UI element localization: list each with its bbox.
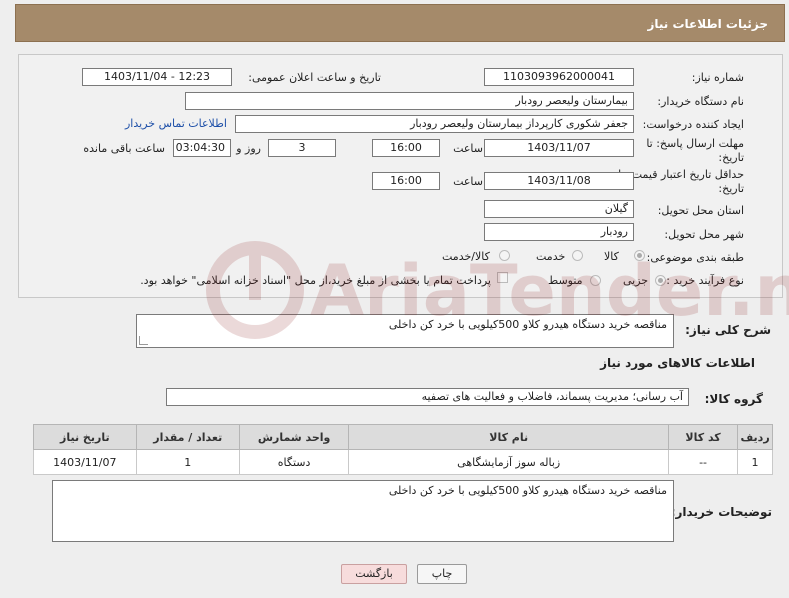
buyer-notes-text: مناقصه خرید دستگاه هیدرو کلاو 500کیلویی … bbox=[388, 484, 667, 497]
description-field: مناقصه خرید دستگاه هیدرو کلاو 500کیلویی … bbox=[136, 314, 674, 348]
buyer-notes-label: توضیحات خریدار: bbox=[670, 505, 772, 519]
reply-time-field: 16:00 bbox=[372, 139, 440, 157]
treasury-payment-checkbox[interactable] bbox=[497, 272, 508, 283]
validity-date-field: 1403/11/08 bbox=[484, 172, 634, 190]
print-button[interactable]: چاپ bbox=[417, 564, 467, 584]
goods-table-header: ردیف کد کالا نام کالا واحد شمارش تعداد /… bbox=[33, 424, 773, 450]
buyer-notes-field: مناقصه خرید دستگاه هیدرو کلاو 500کیلویی … bbox=[52, 480, 674, 542]
announce-field: 1403/11/04 - 12:23 bbox=[82, 68, 232, 86]
validity-time-label: ساعت bbox=[453, 175, 483, 188]
city-label: شهر محل تحویل: bbox=[664, 228, 744, 241]
remaining-field: 03:04:30 bbox=[173, 139, 231, 157]
col-name-header: نام کالا bbox=[348, 424, 669, 450]
province-label: استان محل تحویل: bbox=[657, 204, 744, 217]
row-unit: دستگاه bbox=[238, 449, 350, 475]
page-header: جزئیات اطلاعات نیاز bbox=[15, 4, 785, 42]
process-minor-radio[interactable] bbox=[655, 275, 666, 286]
row-date: 1403/11/07 bbox=[33, 449, 137, 475]
creator-label: ایجاد کننده درخواست: bbox=[642, 118, 744, 131]
validity-label: حداقل تاریخ اعتبار قیمت: تا bbox=[618, 168, 744, 181]
days-label: روز و bbox=[236, 142, 261, 155]
validity-label-2: تاریخ: bbox=[718, 182, 744, 195]
row-number: 1 bbox=[737, 449, 773, 475]
category-label: طبقه بندی موضوعی: bbox=[646, 251, 744, 264]
city-field: رودبار bbox=[484, 223, 634, 241]
treasury-payment-note: پرداخت تمام یا بخشی از مبلغ خرید،از محل … bbox=[140, 274, 491, 287]
goods-group-label: گروه کالا: bbox=[704, 392, 763, 406]
days-field: 3 bbox=[268, 139, 336, 157]
description-label: شرح کلی نیاز: bbox=[685, 323, 771, 337]
buyer-contact-link[interactable]: اطلاعات تماس خریدار bbox=[125, 117, 227, 130]
buyer-org-label: نام دستگاه خریدار: bbox=[657, 95, 744, 108]
process-medium-radio[interactable] bbox=[590, 275, 601, 286]
goods-group-field: آب رسانی؛ مدیریت پسماند، فاضلاب و فعالیت… bbox=[166, 388, 689, 406]
reply-deadline-label-2: تاریخ: bbox=[718, 151, 744, 164]
col-code-header: کد کالا bbox=[667, 424, 739, 450]
remaining-label: ساعت باقی مانده bbox=[83, 142, 165, 155]
process-medium-label: متوسط bbox=[548, 274, 583, 287]
process-minor-label: جزیی bbox=[623, 274, 649, 287]
description-text: مناقصه خرید دستگاه هیدرو کلاو 500کیلویی … bbox=[388, 318, 667, 331]
category-service-radio[interactable] bbox=[572, 250, 583, 261]
reply-date-field: 1403/11/07 bbox=[484, 139, 634, 157]
col-row-header: ردیف bbox=[737, 424, 773, 450]
process-label: نوع فرآیند خرید : bbox=[666, 274, 744, 287]
goods-table: ردیف کد کالا نام کالا واحد شمارش تعداد /… bbox=[33, 424, 773, 475]
row-code: -- bbox=[667, 449, 739, 475]
resize-grip-icon[interactable] bbox=[139, 336, 148, 345]
reply-time-label: ساعت bbox=[453, 142, 483, 155]
category-service-label: خدمت bbox=[536, 250, 566, 263]
category-both-radio[interactable] bbox=[499, 250, 510, 261]
validity-time-field: 16:00 bbox=[372, 172, 440, 190]
province-field: گیلان bbox=[484, 200, 634, 218]
col-date-header: تاریخ نیاز bbox=[33, 424, 137, 450]
col-unit-header: واحد شمارش bbox=[238, 424, 350, 450]
reply-deadline-label: مهلت ارسال پاسخ: تا bbox=[646, 137, 744, 150]
need-number-field: 1103093962000041 bbox=[484, 68, 634, 86]
col-qty-header: تعداد / مقدار bbox=[135, 424, 240, 450]
row-qty: 1 bbox=[135, 449, 240, 475]
category-goods-label: کالا bbox=[604, 250, 619, 263]
page-title: جزئیات اطلاعات نیاز bbox=[647, 17, 768, 31]
buyer-org-field: بیمارستان ولیعصر رودبار bbox=[185, 92, 634, 110]
category-goods-radio[interactable] bbox=[634, 250, 645, 261]
creator-field: جعفر شکوری کارپرداز بیمارستان ولیعصر رود… bbox=[235, 115, 634, 133]
announce-label: تاریخ و ساعت اعلان عمومی: bbox=[248, 71, 381, 84]
category-both-label: کالا/خدمت bbox=[442, 250, 490, 263]
table-row: 1 -- زباله سوز آزمایشگاهی دستگاه 1 1403/… bbox=[33, 449, 773, 475]
back-button[interactable]: بازگشت bbox=[341, 564, 407, 584]
row-name: زباله سوز آزمایشگاهی bbox=[348, 449, 669, 475]
goods-section-title: اطلاعات کالاهای مورد نیاز bbox=[600, 356, 755, 370]
need-number-label: شماره نیاز: bbox=[691, 71, 744, 84]
